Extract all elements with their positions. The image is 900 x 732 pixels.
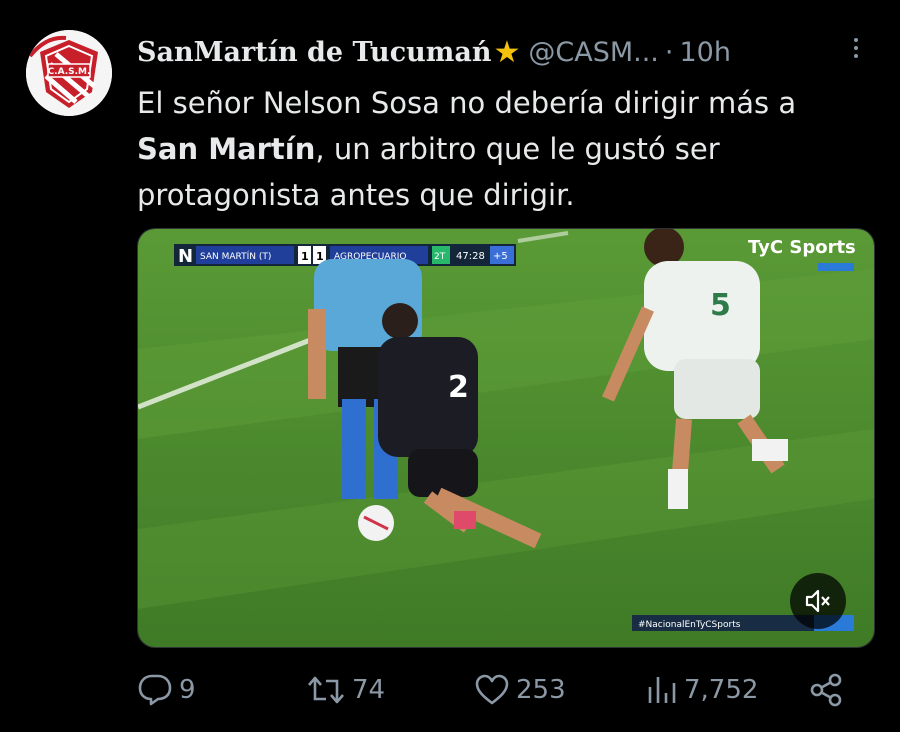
views-button[interactable]: 7,752: [646, 660, 758, 720]
match-clock: 47:28: [456, 251, 485, 262]
action-bar: 9 74 253 7,752: [0, 660, 900, 720]
share-icon: [810, 673, 842, 707]
channel-logo: N: [178, 246, 193, 267]
mute-button[interactable]: [790, 573, 846, 629]
home-team: SAN MARTÍN (T): [200, 250, 271, 262]
video-frame: N SAN MARTÍN (T) 1 1 AGROPECUARIO 2T 47:…: [138, 229, 874, 647]
separator-dot: ·: [664, 36, 674, 68]
dark-player-number: 2: [448, 370, 469, 405]
away-score: 1: [316, 250, 324, 263]
repost-count: 74: [352, 675, 386, 705]
reply-icon: [138, 674, 172, 706]
tweet-text: El señor Nelson Sosa no debería dirigir …: [137, 80, 867, 218]
repost-icon: [308, 676, 344, 704]
like-button[interactable]: 253: [474, 660, 566, 720]
tweet-text-part1: El señor Nelson Sosa no debería dirigir …: [137, 86, 797, 120]
timestamp[interactable]: 10h: [679, 37, 730, 68]
views-chart-icon: [648, 677, 676, 703]
share-button[interactable]: [808, 660, 844, 720]
added-time: +5: [493, 251, 508, 262]
white-player-number: 5: [710, 288, 731, 323]
speaker-muted-icon: [805, 589, 830, 613]
like-count: 253: [516, 675, 566, 705]
tweet-text-bold[interactable]: San Martín: [137, 132, 315, 166]
tweet[interactable]: C.A.S.M. SanMartín de Tucumań ★ @CASM...…: [0, 0, 900, 732]
heart-icon: [475, 674, 509, 705]
star-icon: ★: [493, 34, 521, 70]
reply-button[interactable]: 9: [137, 660, 196, 720]
club-crest-icon: C.A.S.M.: [26, 30, 112, 116]
author-handle[interactable]: @CASM...: [528, 37, 659, 68]
author-display-name[interactable]: SanMartín de Tucumań: [137, 37, 491, 68]
tweet-header: SanMartín de Tucumań ★ @CASM... · 10h: [137, 30, 731, 74]
more-options-icon[interactable]: [846, 28, 866, 68]
view-count: 7,752: [684, 675, 759, 705]
video-player[interactable]: N SAN MARTÍN (T) 1 1 AGROPECUARIO 2T 47:…: [137, 228, 875, 648]
reply-count: 9: [179, 675, 196, 705]
repost-button[interactable]: 74: [306, 660, 385, 720]
period: 2T: [434, 252, 446, 262]
hashtag-banner: #NacionalEnTyCSports: [638, 620, 741, 630]
home-score: 1: [301, 250, 309, 263]
broadcaster-logo: TyC Sports: [748, 237, 856, 258]
avatar[interactable]: C.A.S.M.: [26, 30, 112, 116]
crest-label: C.A.S.M.: [48, 67, 91, 77]
